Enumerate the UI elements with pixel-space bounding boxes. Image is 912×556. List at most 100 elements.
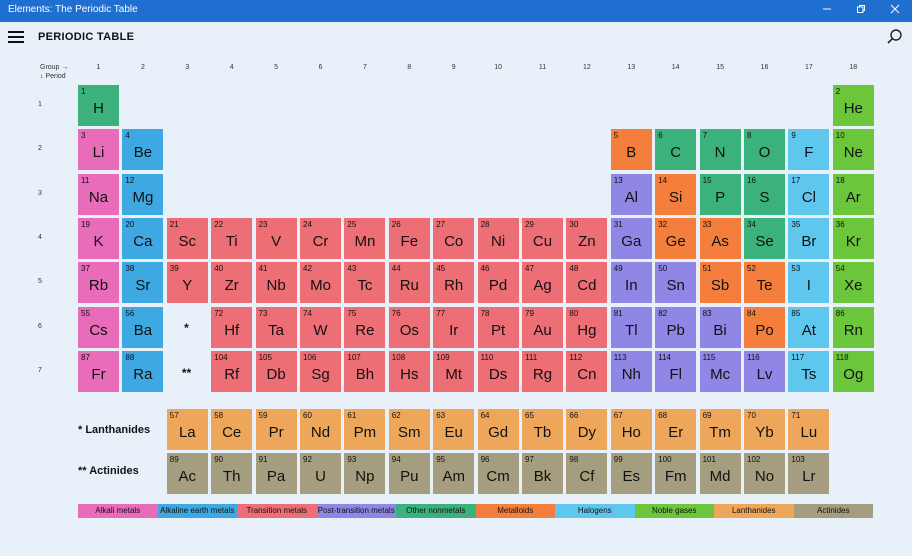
element-tile-re[interactable]: 75 Re <box>344 306 386 348</box>
element-tile-es[interactable]: 99 Es <box>610 453 652 494</box>
element-tile-ge[interactable]: 32 Ge <box>655 217 697 259</box>
element-tile-ho[interactable]: 67 Ho <box>610 409 652 450</box>
hamburger-menu-icon[interactable] <box>8 31 24 45</box>
element-tile-xe[interactable]: 54 Xe <box>832 262 874 304</box>
element-tile-v[interactable]: 23 V <box>255 217 297 259</box>
element-tile-cr[interactable]: 24 Cr <box>300 217 341 259</box>
element-tile-kr[interactable]: 36 Kr <box>832 217 874 259</box>
element-tile-th[interactable]: 90 Th <box>211 453 253 494</box>
element-tile-y[interactable]: 39 Y <box>166 262 208 304</box>
element-tile-nb[interactable]: 41 Nb <box>255 262 297 304</box>
element-tile-s[interactable]: 16 S <box>744 173 785 215</box>
element-tile-sb[interactable]: 51 Sb <box>699 262 741 304</box>
element-tile-u[interactable]: 92 U <box>300 453 341 494</box>
element-tile-in[interactable]: 49 In <box>610 262 652 304</box>
element-tile-tl[interactable]: 81 Tl <box>610 306 652 348</box>
element-tile-sm[interactable]: 62 Sm <box>388 409 430 450</box>
legend-item-metalloids[interactable]: Metalloids <box>475 504 555 518</box>
element-tile-ti[interactable]: 22 Ti <box>211 217 253 259</box>
element-tile-pa[interactable]: 91 Pa <box>255 453 297 494</box>
element-tile-fl[interactable]: 114 Fl <box>655 350 697 392</box>
element-tile-po[interactable]: 84 Po <box>744 306 785 348</box>
element-tile-cf[interactable]: 98 Cf <box>566 453 608 494</box>
maximize-icon[interactable] <box>844 0 878 22</box>
element-tile-ra[interactable]: 88 Ra <box>122 350 164 392</box>
element-tile-np[interactable]: 93 Np <box>344 453 386 494</box>
element-tile-ac[interactable]: 89 Ac <box>166 453 208 494</box>
element-tile-no[interactable]: 102 No <box>744 453 785 494</box>
element-tile-rh[interactable]: 45 Rh <box>433 262 475 304</box>
element-tile-f[interactable]: 9F <box>788 129 830 171</box>
search-icon[interactable] <box>886 28 904 46</box>
element-tile-pm[interactable]: 61 Pm <box>344 409 386 450</box>
element-tile-mo[interactable]: 42 Mo <box>300 262 341 304</box>
element-tile-pu[interactable]: 94 Pu <box>388 453 430 494</box>
element-tile-c[interactable]: 6C <box>655 129 697 171</box>
element-tile-se[interactable]: 34 Se <box>744 217 785 259</box>
element-tile-p[interactable]: 15 P <box>699 173 741 215</box>
element-tile-rf[interactable]: 104 Rf <box>211 350 253 392</box>
element-tile-at[interactable]: 85 At <box>788 306 830 348</box>
element-tile-pr[interactable]: 59 Pr <box>255 409 297 450</box>
element-tile-ca[interactable]: 20 Ca <box>122 217 164 259</box>
legend-item-transition-metals[interactable]: Transition metals <box>237 504 317 518</box>
element-tile-bh[interactable]: 107 Bh <box>344 350 386 392</box>
element-tile-tb[interactable]: 65 Tb <box>522 409 563 450</box>
element-tile-ni[interactable]: 28 Ni <box>477 217 519 259</box>
legend-item-alkali-metals[interactable]: Alkali metals <box>78 504 158 518</box>
element-tile-o[interactable]: 8O <box>744 129 785 171</box>
element-tile-yb[interactable]: 70 Yb <box>744 409 785 450</box>
element-tile-lv[interactable]: 116 Lv <box>744 350 785 392</box>
element-tile-ce[interactable]: 58 Ce <box>211 409 253 450</box>
element-tile-ba[interactable]: 56 Ba <box>122 306 164 348</box>
element-tile-he[interactable]: 2 He <box>832 85 874 126</box>
element-tile-lu[interactable]: 71 Lu <box>788 409 830 450</box>
element-tile-tm[interactable]: 69 Tm <box>699 409 741 450</box>
element-tile-bk[interactable]: 97 Bk <box>522 453 563 494</box>
element-tile-rn[interactable]: 86 Rn <box>832 306 874 348</box>
element-tile-cl[interactable]: 17 Cl <box>788 173 830 215</box>
element-tile-i[interactable]: 53 I <box>788 262 830 304</box>
element-tile-am[interactable]: 95 Am <box>433 453 475 494</box>
element-tile-au[interactable]: 79 Au <box>522 306 563 348</box>
element-tile-li[interactable]: 3 Li <box>78 129 119 171</box>
close-icon[interactable] <box>878 0 912 22</box>
element-tile-la[interactable]: 57 La <box>166 409 208 450</box>
element-tile-lr[interactable]: 103 Lr <box>788 453 830 494</box>
element-tile-b[interactable]: 5B <box>610 129 652 171</box>
element-tile-mg[interactable]: 12 Mg <box>122 173 164 215</box>
element-tile-eu[interactable]: 63 Eu <box>433 409 475 450</box>
legend-item-other-nonmetals[interactable]: Other nonmetals <box>396 504 476 518</box>
legend-item-alkaline-earth-metals[interactable]: Alkaline earth metals <box>157 504 237 518</box>
element-tile-fm[interactable]: 100 Fm <box>655 453 697 494</box>
element-tile-sg[interactable]: 106 Sg <box>300 350 341 392</box>
element-tile-mc[interactable]: 115 Mc <box>699 350 741 392</box>
element-tile-sr[interactable]: 38 Sr <box>122 262 164 304</box>
element-tile-sc[interactable]: 21 Sc <box>166 217 208 259</box>
element-tile-sn[interactable]: 50 Sn <box>655 262 697 304</box>
element-tile-hg[interactable]: 80 Hg <box>566 306 608 348</box>
element-tile-cn[interactable]: 112 Cn <box>566 350 608 392</box>
element-tile-ru[interactable]: 44 Ru <box>388 262 430 304</box>
element-tile-zn[interactable]: 30 Zn <box>566 217 608 259</box>
element-tile-ts[interactable]: 117 Ts <box>788 350 830 392</box>
legend-item-noble-gases[interactable]: Noble gases <box>634 504 714 518</box>
legend-item-post-transition-metals[interactable]: Post-transition metals <box>316 504 396 518</box>
element-tile-ir[interactable]: 77 Ir <box>433 306 475 348</box>
element-tile-gd[interactable]: 64 Gd <box>477 409 519 450</box>
element-tile-zr[interactable]: 40 Zr <box>211 262 253 304</box>
element-tile-be[interactable]: 4 Be <box>122 129 164 171</box>
element-tile-br[interactable]: 35 Br <box>788 217 830 259</box>
element-tile-fr[interactable]: 87 Fr <box>78 350 119 392</box>
element-tile-mn[interactable]: 25 Mn <box>344 217 386 259</box>
element-tile-pb[interactable]: 82 Pb <box>655 306 697 348</box>
element-tile-bi[interactable]: 83 Bi <box>699 306 741 348</box>
element-tile-er[interactable]: 68 Er <box>655 409 697 450</box>
element-tile-os[interactable]: 76 Os <box>388 306 430 348</box>
element-tile-cm[interactable]: 96 Cm <box>477 453 519 494</box>
element-tile-nh[interactable]: 113 Nh <box>610 350 652 392</box>
element-tile-tc[interactable]: 43 Tc <box>344 262 386 304</box>
element-tile-md[interactable]: 101 Md <box>699 453 741 494</box>
minimize-icon[interactable] <box>810 0 844 22</box>
element-tile-hf[interactable]: 72 Hf <box>211 306 253 348</box>
